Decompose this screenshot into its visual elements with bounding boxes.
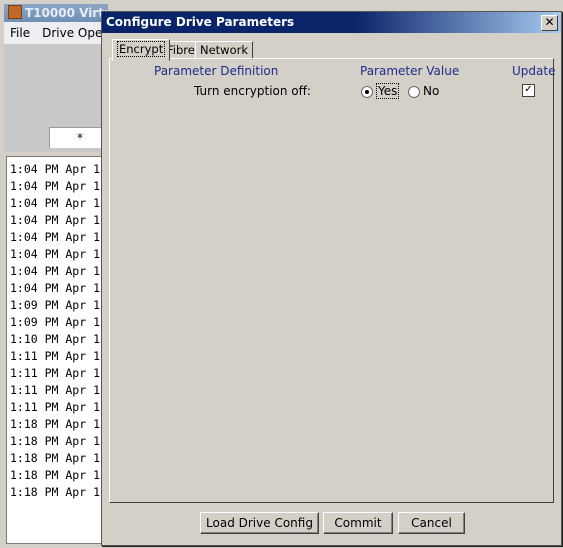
- log-line: 1:18 PM Apr 1: [10, 451, 101, 465]
- log-line: 1:11 PM Apr 1: [10, 366, 101, 380]
- tab-encrypt-label: Encrypt: [117, 41, 166, 57]
- app-menubar: File Drive Oper: [4, 22, 114, 44]
- log-line: 1:04 PM Apr 1: [10, 281, 101, 295]
- header-parameter-value: Parameter Value: [360, 64, 460, 78]
- tab-encrypt[interactable]: Encrypt: [112, 39, 171, 61]
- radio-yes-label: Yes: [376, 83, 400, 99]
- log-line: 1:11 PM Apr 1: [10, 383, 101, 397]
- radio-no[interactable]: [408, 86, 420, 98]
- log-line: 1:04 PM Apr 1: [10, 179, 101, 193]
- cancel-button[interactable]: Cancel: [398, 512, 465, 534]
- radio-yes[interactable]: [361, 86, 373, 98]
- log-line: 1:18 PM Apr 1: [10, 468, 101, 482]
- load-drive-config-button[interactable]: Load Drive Config: [200, 512, 319, 534]
- log-line: 1:11 PM Apr 1: [10, 349, 101, 363]
- log-line: 1:09 PM Apr 1: [10, 298, 101, 312]
- log-line: 1:18 PM Apr 1: [10, 485, 101, 499]
- header-parameter-definition: Parameter Definition: [154, 64, 279, 78]
- log-line: 1:04 PM Apr 1: [10, 213, 101, 227]
- log-line: 1:04 PM Apr 1: [10, 230, 101, 244]
- app-titlebar: T10000 Virtual: [4, 4, 108, 22]
- log-line: 1:18 PM Apr 1: [10, 417, 101, 431]
- configure-drive-dialog: Configure Drive Parameters ✕ Encrypt Fib…: [101, 11, 562, 546]
- app-title: T10000 Virtual: [25, 6, 108, 20]
- dialog-titlebar[interactable]: Configure Drive Parameters: [102, 12, 561, 33]
- header-update: Update: [512, 64, 556, 78]
- log-line: 1:18 PM Apr 1: [10, 434, 101, 448]
- log-line: 1:04 PM Apr 1: [10, 162, 101, 176]
- radio-no-label[interactable]: No: [423, 84, 439, 98]
- log-line: 1:10 PM Apr 1: [10, 332, 101, 346]
- java-app-icon: [8, 5, 22, 19]
- commit-button[interactable]: Commit: [323, 512, 393, 534]
- log-line: 1:04 PM Apr 1: [10, 196, 101, 210]
- log-list: 1:04 PM Apr 1 1:04 PM Apr 1 1:04 PM Apr …: [6, 156, 108, 544]
- log-line: 1:04 PM Apr 1: [10, 264, 101, 278]
- close-icon[interactable]: ✕: [541, 15, 558, 31]
- radio-yes-label-wrap[interactable]: Yes: [376, 83, 400, 99]
- parameter-label: Turn encryption off:: [194, 84, 311, 98]
- log-line: 1:09 PM Apr 1: [10, 315, 101, 329]
- log-line: 1:04 PM Apr 1: [10, 247, 101, 261]
- update-checkbox[interactable]: ✓: [522, 84, 535, 97]
- dialog-title: Configure Drive Parameters: [106, 15, 295, 29]
- menu-file[interactable]: File: [4, 22, 36, 44]
- log-line: 1:11 PM Apr 1: [10, 400, 101, 414]
- encrypt-panel: [109, 58, 554, 503]
